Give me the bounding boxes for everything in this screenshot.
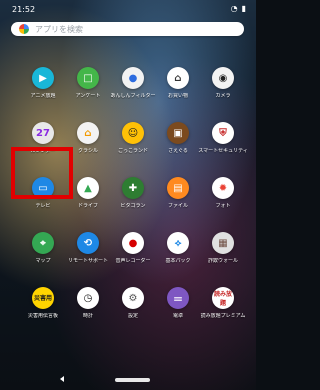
disaster-badge-text: 災害用	[33, 294, 52, 302]
wifi-icon: ◔	[230, 4, 238, 13]
remote-support-icon: ⟲	[77, 232, 99, 254]
saeguru-icon: ▣	[167, 122, 189, 144]
back-icon[interactable]	[60, 376, 64, 382]
system-navigation-bar	[0, 370, 256, 390]
fraud-wall-icon: ▦	[212, 232, 234, 254]
home-pill[interactable]	[115, 378, 150, 382]
app-label: カメラ	[215, 93, 231, 99]
calendar-icon: 27	[32, 122, 54, 144]
app-label: 詐欺ウォール	[207, 258, 238, 264]
search-bar[interactable]: アプリを検索	[11, 22, 244, 36]
survey-icon: □	[77, 67, 99, 89]
kurashiru-icon: ⌂	[77, 122, 99, 144]
gokko-land-icon: ☺	[122, 122, 144, 144]
calculator-icon: ＝	[167, 287, 189, 309]
app-camera[interactable]: ◉ カメラ	[198, 67, 248, 119]
disaster-board-icon: 災害用	[32, 287, 54, 309]
shopping-icon: ⌂	[167, 67, 189, 89]
vitagoran-icon: ✚	[122, 177, 144, 199]
search-placeholder: アプリを検索	[35, 25, 83, 34]
photos-icon: ✹	[212, 177, 234, 199]
google-drive-icon: ▲	[77, 177, 99, 199]
app-fraud-wall[interactable]: ▦ 詐欺ウォール	[198, 232, 248, 284]
app-label: 読み放題プレミアム	[200, 313, 246, 319]
app-label: フォト	[215, 203, 231, 209]
files-icon: ▤	[167, 177, 189, 199]
status-bar: 21:52 ◔ ▮	[0, 0, 256, 18]
clock-icon: ◷	[77, 287, 99, 309]
status-time: 21:52	[12, 5, 36, 14]
app-smart-security[interactable]: ⛨ スマートセキュリティ	[198, 122, 248, 174]
camera-icon: ◉	[212, 67, 234, 89]
voice-recorder-icon: ●	[122, 232, 144, 254]
status-icons: ◔ ▮	[231, 4, 246, 13]
android-home-screen: 21:52 ◔ ▮ アプリを検索 ▶ アニメ放題 □ アンケート ● あんしんフ…	[0, 0, 256, 390]
smart-security-icon: ⛨	[212, 122, 234, 144]
settings-icon: ⚙	[122, 287, 144, 309]
battery-icon: ▮	[241, 4, 246, 13]
tv-app-highlight	[11, 147, 73, 199]
calendar-day: 27	[36, 127, 50, 139]
reading-premium-icon: 読み放題	[212, 287, 234, 309]
maps-icon: ⌖	[32, 232, 54, 254]
anime-houdai-icon: ▶	[32, 67, 54, 89]
app-reading-premium[interactable]: 読み放題 読み放題プレミアム	[198, 287, 248, 339]
google-g-icon	[19, 24, 29, 34]
reading-premium-badge: 読み放題	[213, 291, 232, 307]
app-label: スマートセキュリティ	[198, 148, 248, 154]
app-photos[interactable]: ✹ フォト	[198, 177, 248, 229]
safe-filter-icon: ●	[122, 67, 144, 89]
basic-pack-icon: ⟡	[167, 232, 189, 254]
